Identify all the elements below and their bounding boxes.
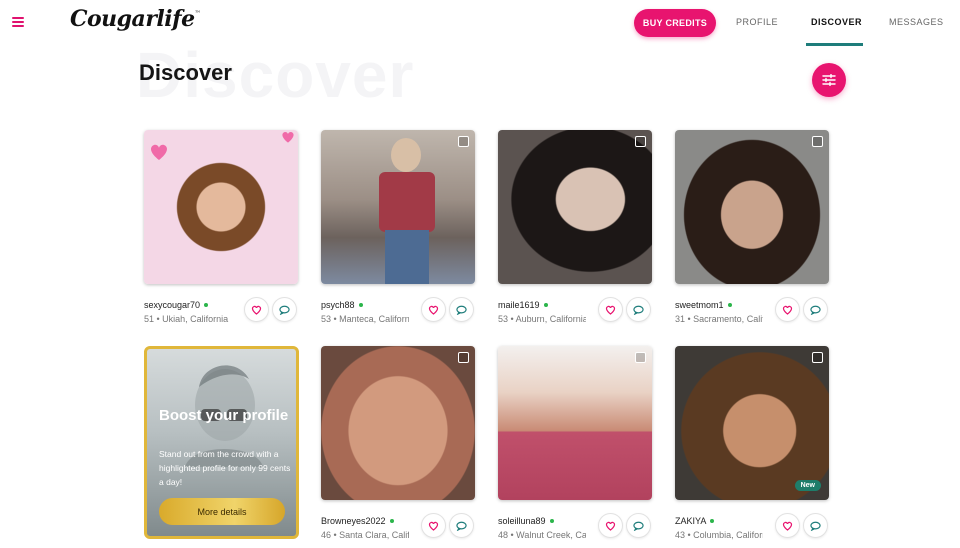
heart-icon — [428, 305, 439, 315]
message-button[interactable] — [626, 297, 651, 322]
chat-bubble-icon — [633, 305, 644, 315]
message-button[interactable] — [272, 297, 297, 322]
heart-icon — [605, 305, 616, 315]
more-details-button[interactable]: More details — [159, 498, 285, 525]
profile-photo[interactable] — [321, 130, 475, 284]
like-button[interactable] — [421, 297, 446, 322]
heart-icon — [782, 305, 793, 315]
chat-bubble-icon — [810, 305, 821, 315]
profile-username[interactable]: psych88 — [321, 300, 363, 310]
hamburger-menu-icon[interactable] — [12, 17, 25, 28]
photos-icon — [458, 136, 469, 147]
message-button[interactable] — [626, 513, 651, 538]
nav-discover[interactable]: DISCOVER — [811, 17, 862, 27]
profile-age-location: 51 • Ukiah, California — [144, 314, 229, 324]
profile-username[interactable]: Browneyes2022 — [321, 516, 394, 526]
like-button[interactable] — [598, 513, 623, 538]
photos-icon — [458, 352, 469, 363]
filter-button[interactable] — [812, 63, 846, 97]
online-status-dot — [549, 518, 554, 523]
online-status-dot — [543, 302, 548, 307]
photos-icon — [812, 352, 823, 363]
like-button[interactable] — [775, 513, 800, 538]
message-button[interactable] — [803, 513, 828, 538]
online-status-dot — [204, 302, 209, 307]
like-button[interactable] — [244, 297, 269, 322]
new-badge: New — [794, 480, 821, 491]
like-button[interactable] — [421, 513, 446, 538]
message-button[interactable] — [449, 513, 474, 538]
heart-icon — [782, 521, 793, 531]
nav-profile[interactable]: PROFILE — [736, 17, 778, 27]
profile-photo[interactable] — [498, 346, 652, 500]
profile-username[interactable]: maile1619 — [498, 300, 548, 310]
profile-photo[interactable] — [498, 130, 652, 284]
profile-username[interactable]: sexycougar70 — [144, 300, 209, 310]
heart-sticker-icon — [282, 131, 294, 143]
profile-age-location: 31 • Sacramento, California — [675, 314, 763, 324]
heart-icon — [428, 521, 439, 531]
photos-icon — [635, 136, 646, 147]
buy-credits-button[interactable]: BUY CREDITS — [634, 9, 716, 37]
nav-messages[interactable]: MESSAGES — [889, 17, 944, 27]
online-status-dot — [727, 302, 732, 307]
profile-age-location: 43 • Columbia, California — [675, 530, 763, 540]
like-button[interactable] — [775, 297, 800, 322]
boost-title: Boost your profile — [159, 407, 289, 424]
photos-icon — [635, 352, 646, 363]
chat-bubble-icon — [456, 521, 467, 531]
heart-icon — [605, 521, 616, 531]
online-status-dot — [710, 518, 715, 523]
message-button[interactable] — [449, 297, 474, 322]
profile-age-location: 53 • Manteca, California — [321, 314, 409, 324]
message-button[interactable] — [803, 297, 828, 322]
chat-bubble-icon — [279, 305, 290, 315]
profile-photo[interactable] — [144, 130, 298, 284]
online-status-dot — [358, 302, 363, 307]
active-nav-indicator — [806, 43, 863, 46]
chat-bubble-icon — [633, 521, 644, 531]
profile-age-location: 48 • Walnut Creek, California — [498, 530, 586, 540]
filter-sliders-icon — [822, 74, 836, 86]
profile-age-location: 46 • Santa Clara, California — [321, 530, 409, 540]
profile-username[interactable]: soleilluna89 — [498, 516, 554, 526]
profile-username[interactable]: ZAKIYA — [675, 516, 715, 526]
chat-bubble-icon — [810, 521, 821, 531]
like-button[interactable] — [598, 297, 623, 322]
logo[interactable]: Cougarlife™ — [70, 6, 201, 32]
boost-description: Stand out from the crowd with a highligh… — [159, 449, 291, 487]
profile-age-location: 53 • Auburn, California — [498, 314, 586, 324]
profile-photo[interactable]: New — [675, 346, 829, 500]
profile-photo[interactable] — [675, 130, 829, 284]
online-status-dot — [389, 518, 394, 523]
boost-profile-card[interactable]: Boost your profile Stand out from the cr… — [144, 346, 299, 539]
profile-username[interactable]: sweetmom1 — [675, 300, 732, 310]
photos-icon — [812, 136, 823, 147]
profile-photo[interactable] — [321, 346, 475, 500]
heart-icon — [251, 305, 262, 315]
page-title: Discover — [139, 60, 232, 85]
heart-sticker-icon — [151, 144, 167, 160]
chat-bubble-icon — [456, 305, 467, 315]
